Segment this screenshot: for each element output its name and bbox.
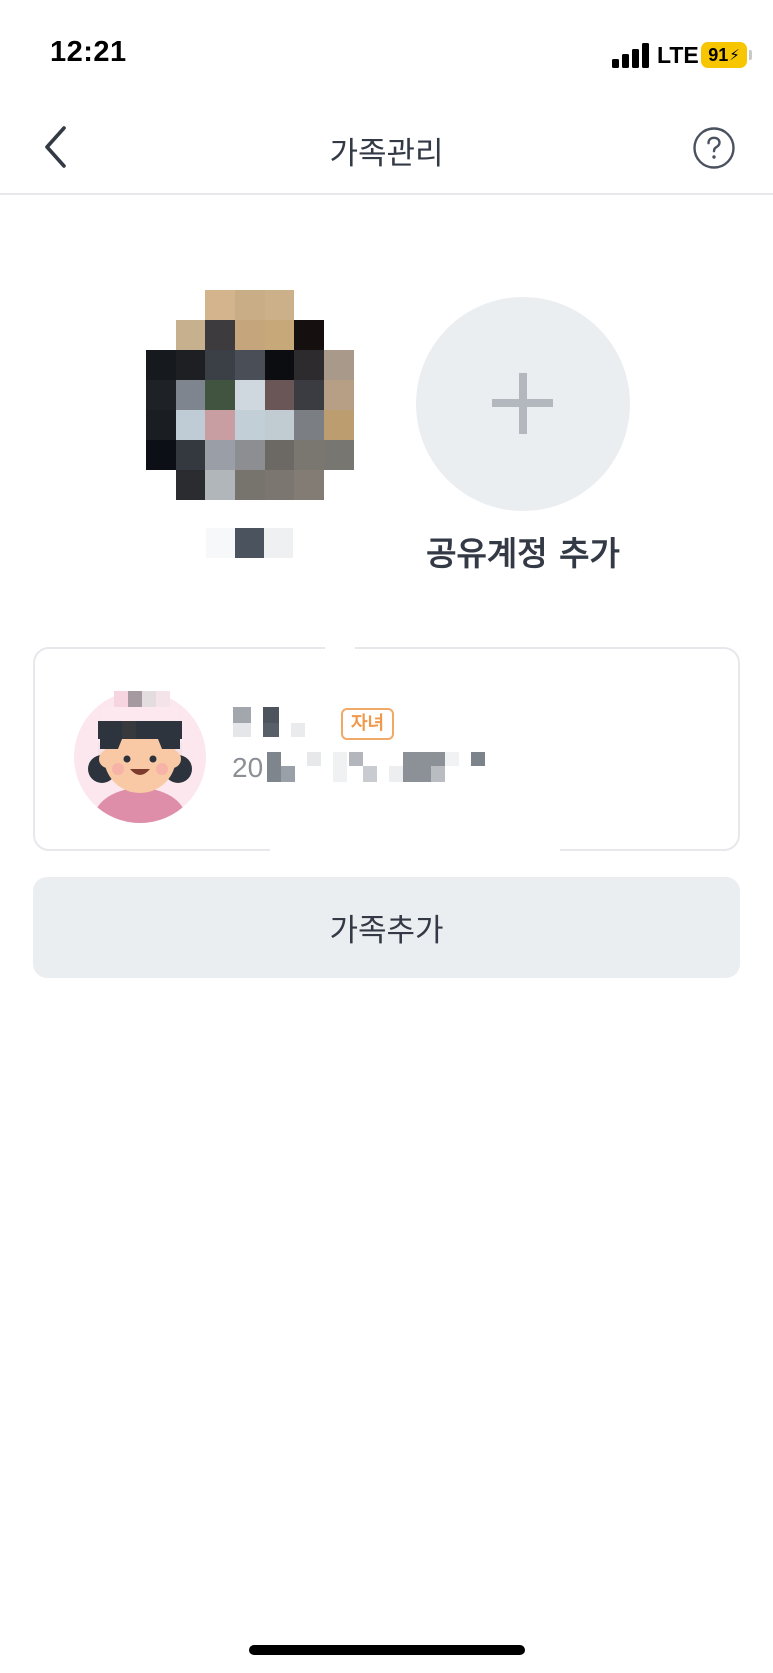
add-shared-account-label[interactable]: 공유계정 추가 <box>380 527 666 575</box>
member-card[interactable]: 자녀 20 <box>33 645 740 857</box>
add-family-button[interactable]: 가족추가 <box>33 877 740 978</box>
help-button[interactable] <box>692 126 736 170</box>
question-circle-icon <box>693 127 735 169</box>
child-avatar <box>74 691 206 823</box>
member-name <box>233 707 313 737</box>
network-label: LTE <box>657 42 699 68</box>
battery-level: 91 <box>708 45 729 65</box>
birth-date <box>267 750 507 784</box>
profile-avatar[interactable] <box>146 290 354 500</box>
add-shared-account-button[interactable] <box>416 297 630 511</box>
page-title: 가족관리 <box>329 136 444 172</box>
status-time: 12:21 <box>50 36 127 68</box>
bolt-icon: ⚡ <box>729 45 740 64</box>
family-management-screen: 12:21 LTE 91 ⚡ 가족관리 공유계정 추가 자녀 20 가족추가 <box>0 0 773 1673</box>
battery-icon: 91 ⚡ <box>701 42 747 68</box>
home-indicator <box>249 1645 525 1655</box>
status-bar: 12:21 LTE 91 ⚡ <box>0 0 773 100</box>
signal-icon <box>612 42 650 68</box>
profile-name <box>206 528 293 558</box>
battery-cap <box>749 50 752 60</box>
role-badge: 자녀 <box>341 708 395 740</box>
birth-date-prefix: 20 <box>232 752 264 783</box>
nav-header: 가족관리 <box>0 100 773 195</box>
